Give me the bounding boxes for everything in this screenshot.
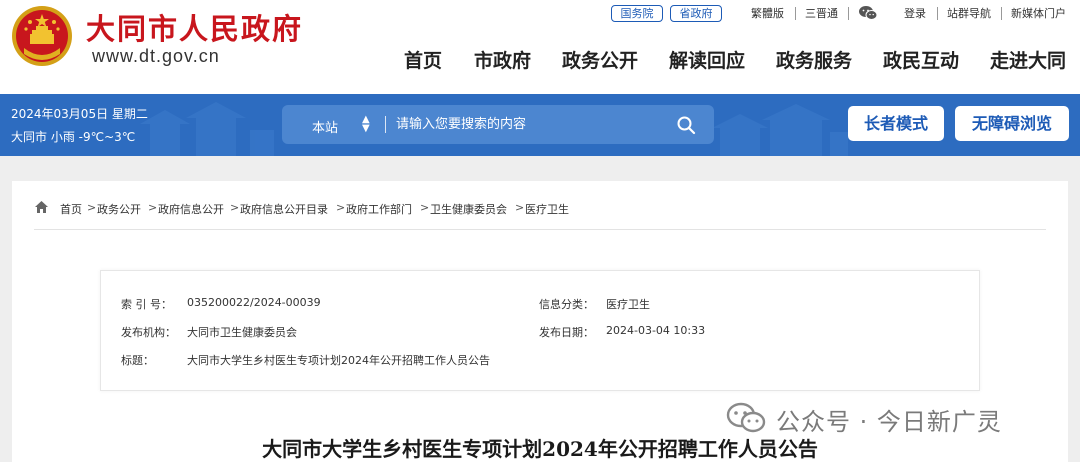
login-link[interactable]: 登录 xyxy=(904,6,926,22)
home-icon[interactable] xyxy=(34,200,49,214)
wechat-icon xyxy=(726,402,766,433)
site-url: www.dt.gov.cn xyxy=(92,46,220,66)
category-value: 医疗卫生 xyxy=(606,298,650,311)
document-metadata-box: 索 引 号： 035200022/2024-00039 信息分类： 医疗卫生 发… xyxy=(100,270,980,391)
nav-government-services[interactable]: 政务服务 xyxy=(776,46,852,73)
separator xyxy=(1001,7,1002,20)
breadcrumb-government-affairs[interactable]: 政务公开 xyxy=(97,201,141,217)
breadcrumb-separator: > xyxy=(148,201,158,214)
publish-date-value: 2024-03-04 10:33 xyxy=(606,324,706,337)
weather-display: 大同市 小雨 -9℃~3℃ xyxy=(11,130,136,144)
nav-government-affairs[interactable]: 政务公开 xyxy=(562,46,638,73)
up-down-arrow-icon[interactable]: ▲ ▼ xyxy=(362,115,370,134)
index-number-label: 索 引 号： xyxy=(121,298,172,311)
divider xyxy=(34,229,1046,230)
nav-public-interaction[interactable]: 政民互动 xyxy=(883,46,959,73)
title-label: 标题： xyxy=(121,354,154,367)
nav-home[interactable]: 首页 xyxy=(404,46,442,73)
nav-about-datong[interactable]: 走进大同 xyxy=(990,46,1066,73)
separator xyxy=(795,7,796,20)
new-media-link[interactable]: 新媒体门户 xyxy=(1011,6,1066,22)
province-link[interactable]: 省政府 xyxy=(670,5,722,22)
elder-mode-button[interactable]: 长者模式 xyxy=(848,106,944,141)
state-council-link[interactable]: 国务院 xyxy=(611,5,663,22)
nav-city-government[interactable]: 市政府 xyxy=(474,46,531,73)
nav-interpretation[interactable]: 解读回应 xyxy=(669,46,745,73)
wechat-icon[interactable] xyxy=(858,5,878,21)
breadcrumb-separator: > xyxy=(515,201,525,214)
publish-date-label: 发布日期： xyxy=(539,326,594,339)
watermark-text: 公众号 · 今日新广灵 xyxy=(776,408,1002,436)
publisher-value: 大同市卫生健康委员会 xyxy=(187,326,297,339)
separator xyxy=(848,7,849,20)
breadcrumb-separator: > xyxy=(336,201,346,214)
search-scope-select[interactable]: 本站 xyxy=(312,117,338,136)
breadcrumb-home[interactable]: 首页 xyxy=(60,201,82,217)
breadcrumb-disclosure-catalog[interactable]: 政府信息公开目录 xyxy=(240,201,328,217)
traditional-chinese-link[interactable]: 繁體版 xyxy=(751,6,784,22)
blue-banner: 2024年03月05日 星期二 大同市 小雨 -9℃~3℃ 本站 ▲▼ 长者模式… xyxy=(0,94,1080,156)
breadcrumb-separator: > xyxy=(420,201,430,214)
separator xyxy=(937,7,938,20)
index-number-value: 035200022/2024-00039 xyxy=(187,296,321,309)
breadcrumb-separator: > xyxy=(87,201,97,214)
search-icon[interactable] xyxy=(676,115,696,135)
title-value: 大同市大学生乡村医生专项计划2024年公开招聘工作人员公告 xyxy=(187,354,490,367)
date-display: 2024年03月05日 星期二 xyxy=(11,107,148,121)
search-input[interactable] xyxy=(396,114,666,135)
site-header: 大同市人民政府 www.dt.gov.cn 国务院 省政府 繁體版 三晋通 登录… xyxy=(0,0,1080,94)
site-group-nav-link[interactable]: 站群导航 xyxy=(947,6,991,22)
sanjintong-link[interactable]: 三晋通 xyxy=(805,6,838,22)
search-bar: 本站 ▲ ▼ xyxy=(282,105,714,144)
national-emblem-icon[interactable] xyxy=(10,4,74,68)
breadcrumb-separator: > xyxy=(230,201,240,214)
category-label: 信息分类： xyxy=(539,298,594,311)
accessible-browsing-button[interactable]: 无障碍浏览 xyxy=(955,106,1069,141)
breadcrumb-medical-health[interactable]: 医疗卫生 xyxy=(525,201,569,217)
breadcrumb-info-disclosure[interactable]: 政府信息公开 xyxy=(158,201,224,217)
document-title: 大同市大学生乡村医生专项计划2024年公开招聘工作人员公告 xyxy=(262,437,818,461)
breadcrumb-health-commission[interactable]: 卫生健康委员会 xyxy=(430,201,507,217)
publisher-label: 发布机构： xyxy=(121,326,176,339)
breadcrumb-departments[interactable]: 政府工作部门 xyxy=(346,201,412,217)
site-name[interactable]: 大同市人民政府 xyxy=(86,6,303,48)
search-divider xyxy=(385,116,386,133)
